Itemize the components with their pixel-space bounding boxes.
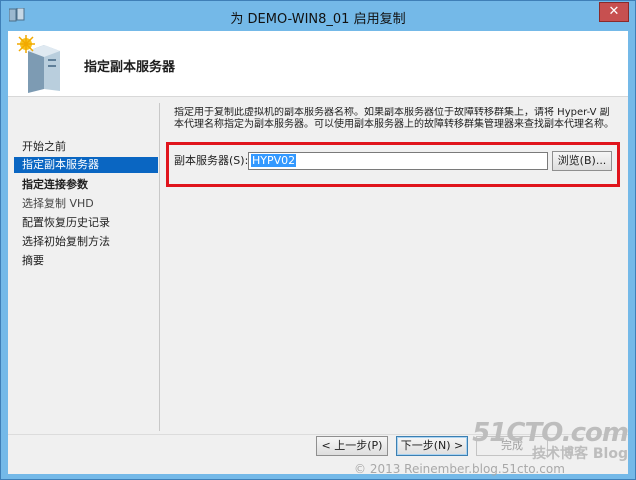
wizard-header: 指定副本服务器 [8,31,628,97]
step-choose-replication-vhds[interactable]: 选择复制 VHD [14,196,158,212]
previous-button[interactable]: < 上一步(P) [316,436,388,456]
copyright-watermark: © 2013 Reinember.blog.51cto.com [354,462,565,476]
close-button[interactable]: ✕ [599,2,629,22]
replica-server-value: HYPV02 [251,154,297,167]
step-specify-connection-parameters[interactable]: 指定连接参数 [14,177,158,193]
page-title: 指定副本服务器 [84,60,176,75]
site-watermark: 51CTO.com 技术博客 Blog [472,418,629,462]
step-before-you-begin[interactable]: 开始之前 [14,139,158,155]
replica-server-label: 副本服务器(S): [174,154,249,167]
description-text: 指定用于复制此虚拟机的副本服务器名称。如果副本服务器位于故障转移群集上，请将 H… [174,107,614,130]
wizard-step-list: 开始之前 指定副本服务器 指定连接参数 选择复制 VHD 配置恢复历史记录 选择… [8,98,158,434]
wizard-client-area: 指定副本服务器 开始之前 指定副本服务器 指定连接参数 选择复制 VHD 配置恢… [8,31,628,474]
watermark-blog: Blog [592,446,628,462]
wizard-content: 指定用于复制此虚拟机的副本服务器名称。如果副本服务器位于故障转移群集上，请将 H… [160,98,628,434]
browse-button[interactable]: 浏览(B)... [552,151,612,171]
title-bar[interactable]: 为 DEMO-WIN8_01 启用复制 ✕ [1,1,635,31]
step-configure-recovery-history[interactable]: 配置恢复历史记录 [14,215,158,231]
next-button[interactable]: 下一步(N) > [396,436,468,456]
replica-server-input[interactable]: HYPV02 [248,152,548,170]
step-summary[interactable]: 摘要 [14,253,158,269]
step-choose-initial-replication-method[interactable]: 选择初始复制方法 [14,234,158,250]
server-icon [17,35,60,93]
watermark-logo: 51CTO.com [472,418,629,448]
window-title: 为 DEMO-WIN8_01 启用复制 [230,12,406,27]
step-specify-replica-server[interactable]: 指定副本服务器 [14,157,158,173]
watermark-subtitle: 技术博客 [532,446,589,462]
wizard-window: 为 DEMO-WIN8_01 启用复制 ✕ 指定副本服务器 开始之前 指定副本服… [0,0,636,480]
